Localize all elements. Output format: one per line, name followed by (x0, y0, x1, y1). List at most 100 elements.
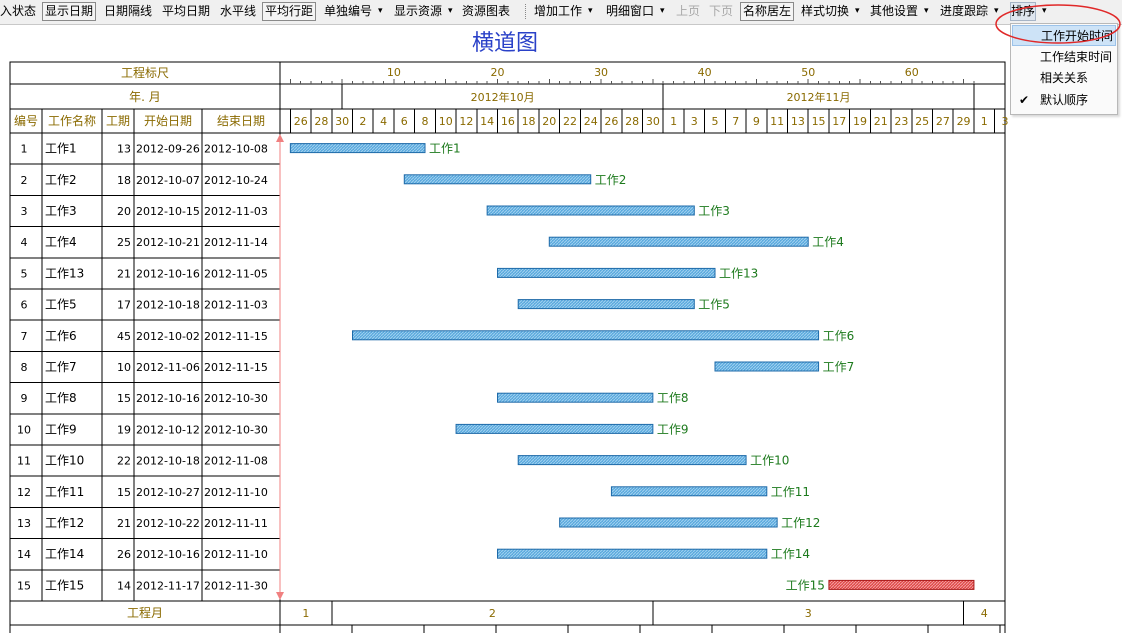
task-bar-label: 工作12 (781, 516, 820, 530)
day-label: 21 (874, 115, 888, 128)
scale-tick-label: 50 (801, 66, 815, 79)
day-label: 5 (712, 115, 719, 128)
task-bar-label: 工作11 (771, 485, 810, 499)
sort-menu-item-1[interactable]: 工作开始时间 (1012, 25, 1116, 46)
task-name: 工作8 (45, 391, 77, 405)
task-name: 工作9 (45, 422, 77, 436)
day-label: 1 (670, 115, 677, 128)
task-end: 2012-11-30 (204, 579, 268, 592)
scale-tick-label: 30 (594, 66, 608, 79)
task-start: 2012-10-18 (136, 455, 200, 468)
task-start: 2012-10-22 (136, 517, 200, 530)
task-bar (352, 330, 820, 341)
task-end: 2012-10-08 (204, 143, 268, 156)
task-start: 2012-09-26 (136, 143, 200, 156)
day-label: 30 (646, 115, 660, 128)
task-end: 2012-10-24 (204, 174, 268, 187)
task-id: 2 (21, 174, 28, 187)
day-label: 11 (770, 115, 784, 128)
sort-menu: 工作开始时间工作结束时间相关关系 ✔ 默认顺序 (1010, 23, 1118, 115)
task-bar-label: 工作13 (719, 266, 758, 280)
sort-menu-item-2[interactable]: 工作结束时间 (1012, 47, 1116, 68)
day-label: 20 (542, 115, 556, 128)
day-label: 24 (584, 115, 598, 128)
task-bar-label: 工作4 (812, 235, 844, 249)
task-id: 13 (17, 517, 31, 530)
task-start: 2012-11-17 (136, 579, 200, 592)
day-label: 8 (422, 115, 429, 128)
task-start: 2012-10-12 (136, 423, 200, 436)
sort-menu-item-4[interactable]: ✔ 默认顺序 (1012, 90, 1116, 111)
task-start: 2012-10-02 (136, 330, 200, 343)
task-name: 工作1 (45, 142, 77, 156)
task-id: 1 (21, 143, 28, 156)
day-label: 26 (294, 115, 308, 128)
task-id: 14 (17, 548, 31, 561)
day-label: 17 (832, 115, 846, 128)
task-duration: 19 (117, 423, 131, 436)
month-1: 2012年10月 (471, 90, 535, 104)
sort-menu-item-label: 工作结束时间 (1040, 49, 1113, 64)
task-duration: 25 (117, 236, 131, 249)
task-name: 工作3 (45, 204, 77, 218)
task-end: 2012-11-08 (204, 455, 268, 468)
task-id: 3 (21, 205, 28, 218)
task-end: 2012-11-03 (204, 299, 268, 312)
task-bar-label: 工作10 (750, 454, 789, 468)
column-header-2: 工作名称 (48, 113, 96, 128)
task-start: 2012-10-15 (136, 205, 200, 218)
task-name: 工作4 (45, 235, 77, 249)
footer-cell-4: 4 (981, 607, 988, 620)
day-label: 22 (563, 115, 577, 128)
task-name: 工作10 (45, 454, 84, 468)
task-end: 2012-11-11 (204, 517, 268, 530)
task-bar (497, 392, 654, 403)
dropdown-arrow-icon[interactable]: ▾ (1042, 2, 1047, 21)
task-id: 6 (21, 299, 28, 312)
day-label: 16 (501, 115, 515, 128)
task-start: 2012-10-18 (136, 299, 200, 312)
footer-cell-2: 2 (489, 607, 496, 620)
task-start: 2012-10-21 (136, 236, 200, 249)
task-duration: 15 (117, 392, 131, 405)
task-id: 4 (21, 236, 28, 249)
task-bar (548, 236, 809, 247)
task-duration: 21 (117, 517, 131, 530)
task-end: 2012-11-15 (204, 330, 268, 343)
task-bar (455, 423, 654, 434)
task-end: 2012-11-10 (204, 548, 268, 561)
task-start: 2012-10-16 (136, 392, 200, 405)
toolbar-button-18[interactable]: 排序 (1010, 2, 1037, 21)
task-bar-label: 工作1 (429, 142, 461, 156)
sort-menu-item-label: 默认顺序 (1040, 92, 1089, 107)
task-id: 8 (21, 361, 28, 374)
day-label: 15 (812, 115, 826, 128)
task-end: 2012-10-30 (204, 392, 268, 405)
day-label: 14 (480, 115, 494, 128)
task-bar-label: 工作5 (698, 298, 730, 312)
task-bar-label: 工作6 (823, 329, 855, 343)
task-id: 7 (21, 330, 28, 343)
column-header-1: 编号 (14, 113, 38, 128)
task-end: 2012-10-30 (204, 423, 268, 436)
task-duration: 13 (117, 143, 131, 156)
month-2: 2012年11月 (787, 90, 851, 104)
task-duration: 21 (117, 267, 131, 280)
task-bar-label: 工作9 (657, 422, 689, 436)
day-label: 27 (936, 115, 950, 128)
task-id: 15 (17, 579, 31, 592)
task-bar (497, 267, 716, 278)
task-name: 工作13 (45, 266, 84, 280)
day-label: 7 (732, 115, 739, 128)
task-start: 2012-10-16 (136, 548, 200, 561)
footer-label: 工程月 (127, 605, 163, 620)
task-id: 10 (17, 423, 31, 436)
sort-menu-item-3[interactable]: 相关关系 (1012, 68, 1116, 89)
scale-tick-label: 60 (905, 66, 919, 79)
task-bar (403, 174, 592, 185)
task-start: 2012-10-27 (136, 486, 200, 499)
day-label: 25 (915, 115, 929, 128)
marker-bottom-triangle (276, 592, 284, 600)
task-name: 工作15 (45, 578, 84, 592)
task-start: 2012-10-16 (136, 267, 200, 280)
